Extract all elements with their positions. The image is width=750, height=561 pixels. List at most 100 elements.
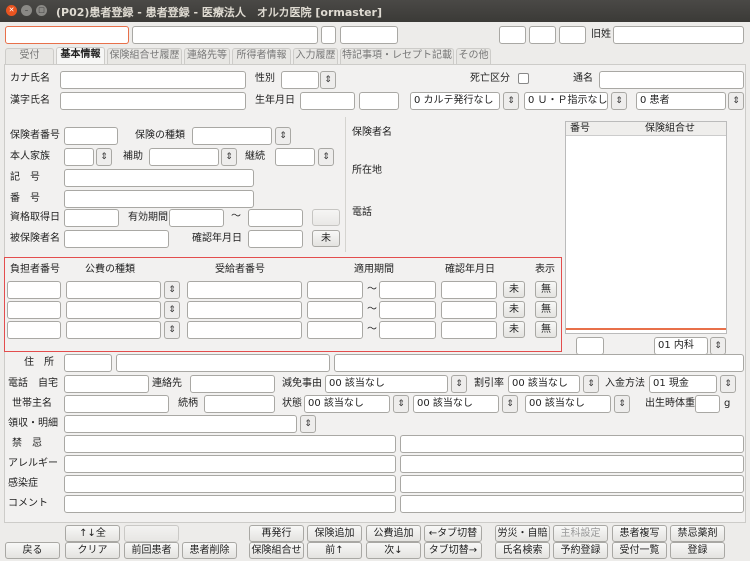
honnin-spinner[interactable]: ⇕ (96, 148, 112, 166)
kohi-kakunin-input[interactable] (441, 301, 497, 319)
hoken-kumiawase-button[interactable]: 保険組合せ (249, 542, 304, 559)
small-field-1[interactable] (321, 26, 336, 44)
honnin-input[interactable] (64, 148, 94, 166)
tab-hoken-rireki[interactable]: 保険組合せ履歴 (107, 48, 182, 64)
kohi-start-input[interactable] (307, 281, 363, 299)
hoken-type-input[interactable] (192, 127, 272, 145)
small-field-3[interactable] (499, 26, 526, 44)
jotai-spinner-3[interactable]: ⇕ (614, 395, 630, 413)
tab-sonota[interactable]: その他 (456, 48, 491, 64)
kohi-type-spinner[interactable]: ⇕ (164, 281, 180, 299)
naika-spinner[interactable]: ⇕ (710, 337, 726, 355)
uketsuke-ichiran-button[interactable]: 受付一覧 (612, 542, 667, 559)
ryoshu-input[interactable] (64, 415, 297, 433)
kana-input[interactable] (60, 71, 246, 89)
next-button[interactable]: 次↓ (366, 542, 421, 559)
kohi-end-input[interactable] (379, 281, 436, 299)
shutoku-input[interactable] (64, 209, 119, 227)
keizoku-input[interactable] (275, 148, 315, 166)
kohi-jukyusha-input[interactable] (187, 281, 302, 299)
sex-spinner[interactable]: ⇕ (320, 71, 336, 89)
kohi-type-spinner[interactable]: ⇕ (164, 301, 180, 319)
hojo-spinner[interactable]: ⇕ (221, 148, 237, 166)
kanja-select[interactable]: 0 患者 (636, 92, 726, 110)
tab-kihon[interactable]: 基本情報 (56, 47, 105, 64)
jotai-select-2[interactable]: 00 該当なし (413, 395, 499, 413)
up-spinner[interactable]: ⇕ (611, 92, 627, 110)
kohi-end-input[interactable] (379, 301, 436, 319)
kohi-kakunin-input[interactable] (441, 321, 497, 339)
kohi-mi-button[interactable]: 未 (503, 321, 525, 338)
kanja-fukusha-button[interactable]: 患者複写 (612, 525, 667, 542)
hokensha-no-input[interactable] (64, 127, 118, 145)
setai-input[interactable] (64, 395, 169, 413)
toroku-button[interactable]: 登録 (670, 542, 725, 559)
kanji-input[interactable] (60, 92, 246, 110)
hihokensha-input[interactable] (64, 230, 169, 248)
hojo-input[interactable] (149, 148, 219, 166)
maximize-icon[interactable]: □ (36, 5, 47, 16)
up-select[interactable]: 0 Ｕ・Ｐ指示なし (524, 92, 608, 110)
small-field-5[interactable] (559, 26, 586, 44)
hoken-type-spinner[interactable]: ⇕ (275, 127, 291, 145)
jotai-select-3[interactable]: 00 該当なし (525, 395, 611, 413)
kansen-input-2[interactable] (400, 475, 744, 493)
keizoku-spinner[interactable]: ⇕ (318, 148, 334, 166)
kohi-type-input[interactable] (66, 321, 161, 339)
clear-button[interactable]: クリア (65, 542, 120, 559)
scroll-all-button[interactable]: ↑↓全 (65, 525, 120, 542)
kohi-start-input[interactable] (307, 321, 363, 339)
small-field-2[interactable] (340, 26, 398, 44)
kohi-start-input[interactable] (307, 301, 363, 319)
genmen-spinner[interactable]: ⇕ (451, 375, 467, 393)
sex-input[interactable] (281, 71, 319, 89)
address-input-2[interactable] (334, 354, 744, 372)
taiju-input[interactable] (695, 395, 720, 413)
hoken-tsuika-button[interactable]: 保険追加 (307, 525, 362, 542)
zenkai-kanja-button[interactable]: 前回患者 (124, 542, 179, 559)
patient-name-display[interactable] (132, 26, 318, 44)
kohi-type-input[interactable] (66, 301, 161, 319)
shimei-kensaku-button[interactable]: 氏名検索 (495, 542, 550, 559)
kigo-input[interactable] (64, 169, 254, 187)
nyukin-spinner[interactable]: ⇕ (720, 375, 736, 393)
kakunin-mi-button[interactable]: 未 (312, 230, 340, 247)
kohi-hyoji-button[interactable]: 無 (535, 321, 557, 338)
tab-tokki[interactable]: 特記事項・レセプト記載 (340, 48, 454, 64)
tab-shotokusha[interactable]: 所得者情報 (232, 48, 291, 64)
saihakko-button[interactable]: 再発行 (249, 525, 304, 542)
kohi-tsuika-button[interactable]: 公費追加 (366, 525, 421, 542)
jotai-spinner-1[interactable]: ⇕ (393, 395, 409, 413)
allergy-input-1[interactable] (64, 455, 396, 473)
kakunin-input[interactable] (248, 230, 303, 248)
yoyaku-button[interactable]: 予約登録 (553, 542, 608, 559)
tab-next-button[interactable]: タブ切替→ (424, 542, 482, 559)
kohi-mi-button[interactable]: 未 (503, 281, 525, 298)
kansen-input-1[interactable] (64, 475, 396, 493)
nyukin-select[interactable]: 01 現金 (649, 375, 717, 393)
kohi-futansha-input[interactable] (7, 281, 61, 299)
karte-spinner[interactable]: ⇕ (503, 92, 519, 110)
minimize-icon[interactable]: – (21, 5, 32, 16)
birth-input[interactable] (300, 92, 355, 110)
kohi-hyoji-button[interactable]: 無 (535, 301, 557, 318)
kinki-input-2[interactable] (400, 435, 744, 453)
kohi-type-input[interactable] (66, 281, 161, 299)
kohi-end-input[interactable] (379, 321, 436, 339)
kyusei-input[interactable] (613, 26, 744, 44)
yuko-end-input[interactable] (248, 209, 303, 227)
death-checkbox[interactable] (518, 73, 529, 84)
allergy-input-2[interactable] (400, 455, 744, 473)
zokugara-input[interactable] (204, 395, 275, 413)
kanja-sakujo-button[interactable]: 患者削除 (182, 542, 237, 559)
genmen-select[interactable]: 00 該当なし (325, 375, 448, 393)
kohi-jukyusha-input[interactable] (187, 301, 302, 319)
jotai-spinner-2[interactable]: ⇕ (502, 395, 518, 413)
address-input-1[interactable] (116, 354, 330, 372)
combo-small-input[interactable] (576, 337, 604, 355)
kohi-mi-button[interactable]: 未 (503, 301, 525, 318)
waribiki-spinner[interactable]: ⇕ (583, 375, 599, 393)
kohi-kakunin-input[interactable] (441, 281, 497, 299)
prev-button[interactable]: 前↑ (307, 542, 362, 559)
comment-input-2[interactable] (400, 495, 744, 513)
